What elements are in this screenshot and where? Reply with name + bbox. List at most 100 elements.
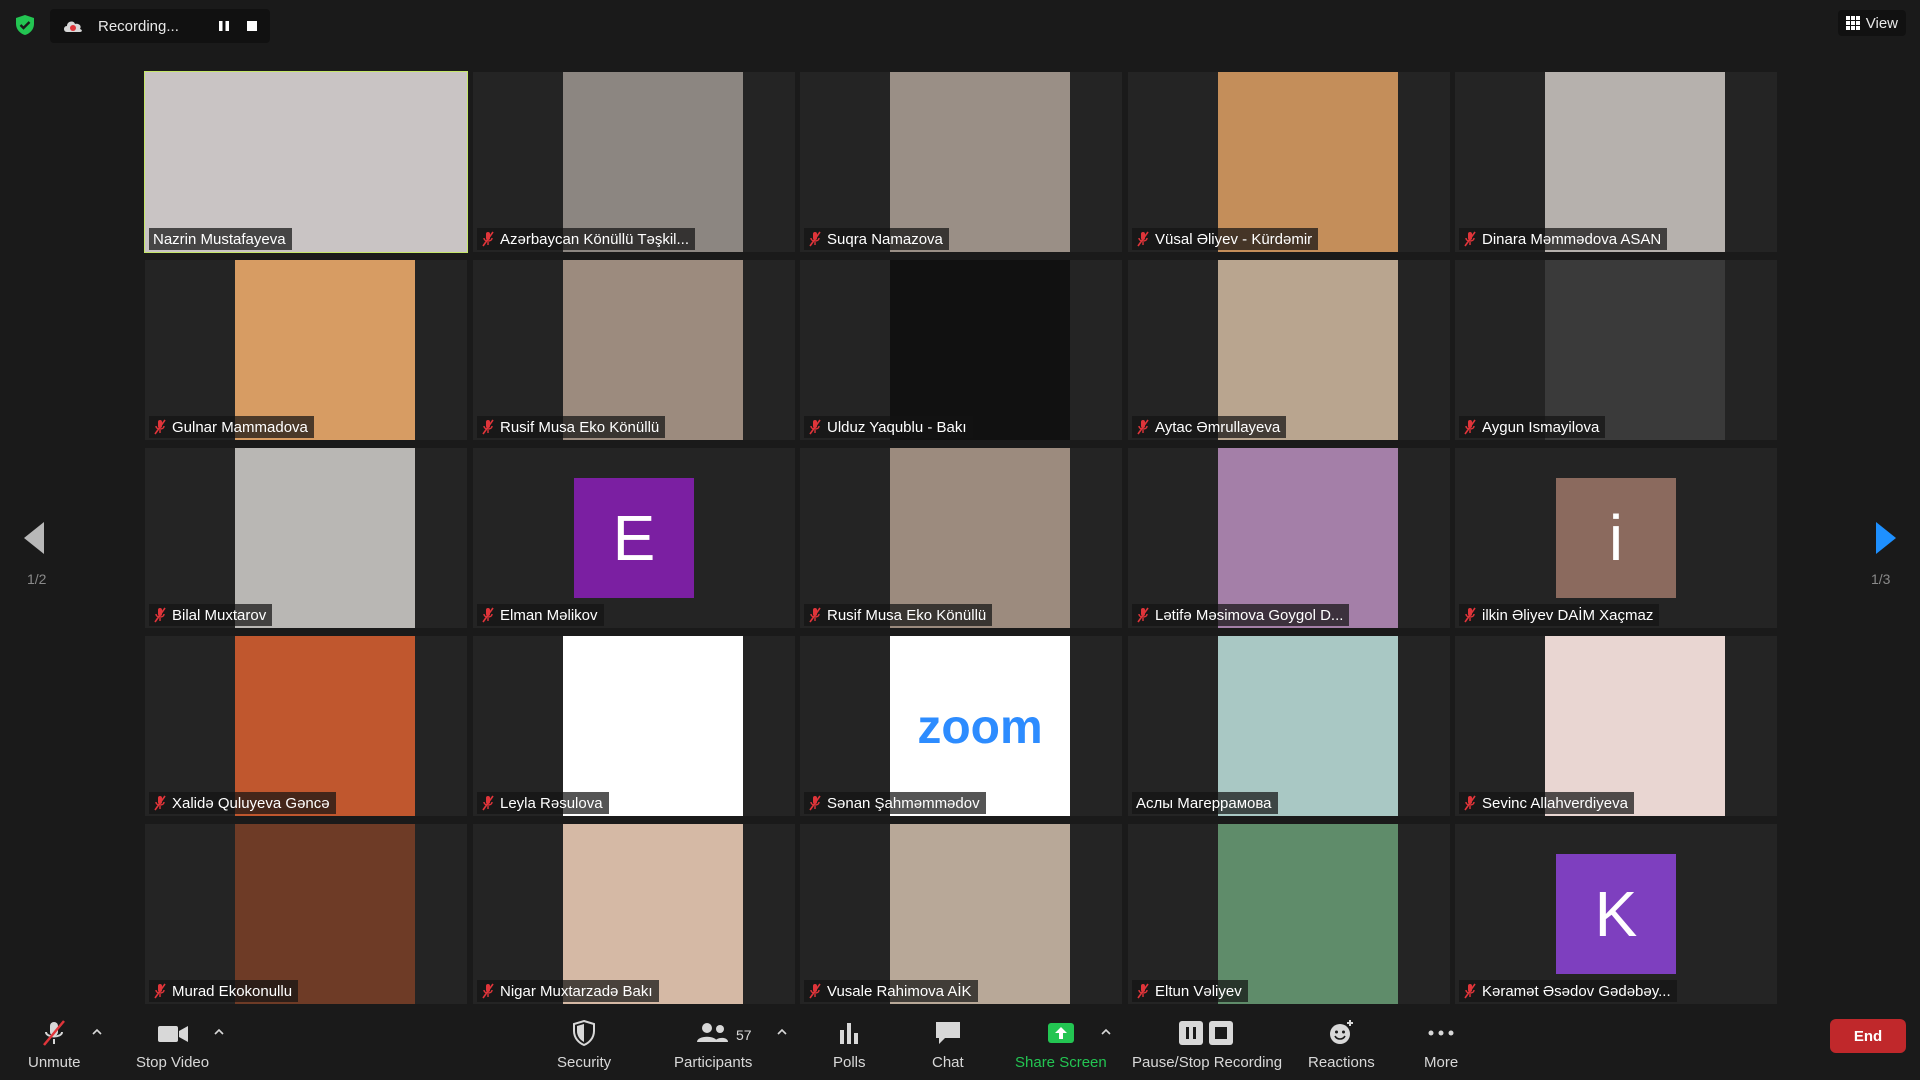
stop-video-button[interactable]: Stop Video [136,1018,209,1071]
microphone-muted-icon [482,231,494,247]
participant-name: Bilal Muxtarov [172,606,267,624]
participant-video [890,260,1070,440]
participant-avatar: E [574,478,694,598]
meeting-toolbar: Unmute Stop Video Security Participants … [0,1010,1920,1080]
microphone-muted-icon [1464,983,1476,999]
share-screen-button[interactable]: Share Screen [1015,1018,1107,1071]
participant-name: Sevinc Allahverdiyeva [1482,794,1628,812]
participant-video [1218,72,1398,252]
participant-tile[interactable]: Eltun Vəliyev [1128,824,1450,1004]
microphone-muted-icon [1137,419,1149,435]
microphone-muted-icon [1137,983,1149,999]
participant-tile[interactable]: Rusif Musa Eko Könüllü [800,448,1122,628]
microphone-muted-icon [809,983,821,999]
participant-name-tag: Sevinc Allahverdiyeva [1459,792,1634,814]
chat-bubble-icon [935,1022,960,1044]
reactions-button[interactable]: Reactions [1308,1018,1375,1071]
participant-tile[interactable]: Nigar Muxtarzadə Bakı [473,824,795,1004]
participants-icon [697,1023,729,1042]
participants-label: Participants [674,1054,753,1071]
participant-tile[interactable]: Dinara Məmmədova ASAN [1455,72,1777,252]
participant-tile[interactable]: i ilkin Əliyev DAİM Xaçmaz [1455,448,1777,628]
microphone-muted-icon [1464,795,1476,811]
participant-name: Aслы Магеррамова [1136,794,1272,812]
participants-count: 57 [736,1027,752,1043]
security-shield-outline-icon [573,1019,596,1047]
participant-tile[interactable]: Ulduz Yaqublu - Bakı [800,260,1122,440]
participant-tile[interactable]: Suqra Namazova [800,72,1122,252]
participant-name-tag: Xalidə Quluyeva Gəncə [149,792,336,814]
participant-video [563,824,743,1004]
pause-stop-recording-button[interactable]: Pause/Stop Recording [1132,1018,1282,1071]
participant-tile[interactable]: Gulnar Mammadova [145,260,467,440]
participant-tile[interactable]: Vusale Rahimova AİK [800,824,1122,1004]
microphone-muted-icon [1464,607,1476,623]
participant-tile[interactable]: Leyla Rəsulova [473,636,795,816]
participant-name: Murad Ekokonullu [172,982,293,1000]
participant-tile[interactable]: Rusif Musa Eko Könüllü [473,260,795,440]
participants-options-caret-icon[interactable] [776,1028,788,1036]
participant-name: Aygun Ismayilova [1482,418,1600,436]
participant-name: Leyla Rəsulova [500,794,603,812]
participant-video [235,824,415,1004]
participant-tile[interactable]: Aytac Əmrullayeva [1128,260,1450,440]
participant-name-tag: Vusale Rahimova AİK [804,980,978,1002]
microphone-muted-icon [1137,231,1149,247]
participant-tile[interactable]: Nazrin Mustafayeva [144,71,468,253]
microphone-muted-icon [482,983,494,999]
zoom-logo: zoom [917,701,1043,754]
participant-name-tag: Azərbaycan Könüllü Təşkil... [477,228,695,250]
reactions-label: Reactions [1308,1054,1375,1071]
participant-name: Vüsal Əliyev - Kürdəmir [1155,230,1313,248]
share-options-caret-icon[interactable] [1100,1028,1112,1036]
end-meeting-button[interactable]: End [1830,1019,1906,1053]
participant-name: Rusif Musa Eko Könüllü [827,606,987,624]
participant-name-tag: Bilal Muxtarov [149,604,273,626]
pause-stop-icon [1179,1021,1234,1045]
more-button[interactable]: More [1424,1018,1458,1071]
microphone-muted-icon [154,795,166,811]
participant-video [1218,448,1398,628]
participant-video [1218,824,1398,1004]
microphone-muted-icon [809,419,821,435]
microphone-muted-icon [482,795,494,811]
participant-name: Elman Məlikov [500,606,598,624]
participant-tile[interactable]: Bilal Muxtarov [145,448,467,628]
participant-tile[interactable]: K Kəramət Əsədov Gədəbəy... [1455,824,1777,1004]
chat-button[interactable]: Chat [932,1018,964,1071]
participant-tile[interactable]: zoom Sənan Şahməmmədov [800,636,1122,816]
participant-video [1545,72,1725,252]
video-options-caret-icon[interactable] [213,1028,225,1036]
unmute-button[interactable]: Unmute [28,1018,81,1071]
participant-video [890,72,1070,252]
microphone-muted-icon [482,419,494,435]
participant-tile[interactable]: Sevinc Allahverdiyeva [1455,636,1777,816]
audio-options-caret-icon[interactable] [91,1028,103,1036]
participant-tile[interactable]: Xalidə Quluyeva Gəncə [145,636,467,816]
participant-name: Rusif Musa Eko Könüllü [500,418,660,436]
participants-button[interactable]: Participants [674,1018,752,1071]
participant-video [563,260,743,440]
participant-video [1218,636,1398,816]
participant-video [563,636,743,816]
participant-tile[interactable]: Aygun Ismayilova [1455,260,1777,440]
participant-name-tag: Lətifə Məsimova Goygol D... [1132,604,1350,626]
participant-tile[interactable]: Vüsal Əliyev - Kürdəmir [1128,72,1450,252]
participant-tile[interactable]: Azərbaycan Könüllü Təşkil... [473,72,795,252]
participant-tile[interactable]: Aслы Магеррамова [1128,636,1450,816]
pause-stop-recording-label: Pause/Stop Recording [1132,1054,1283,1071]
participant-name-tag: Murad Ekokonullu [149,980,299,1002]
microphone-muted-icon [809,231,821,247]
participant-tile[interactable]: Lətifə Məsimova Goygol D... [1128,448,1450,628]
participant-video [145,72,467,252]
participant-tile[interactable]: E Elman Məlikov [473,448,795,628]
security-button[interactable]: Security [557,1018,611,1071]
participant-tile[interactable]: Murad Ekokonullu [145,824,467,1004]
participant-name-tag: Eltun Vəliyev [1132,980,1248,1002]
polls-button[interactable]: Polls [833,1018,866,1071]
microphone-muted-icon [154,983,166,999]
participant-name-tag: Rusif Musa Eko Könüllü [477,416,666,438]
unmute-label: Unmute [28,1054,81,1071]
microphone-muted-icon [1464,231,1476,247]
smiley-face-icon [1330,1020,1354,1044]
